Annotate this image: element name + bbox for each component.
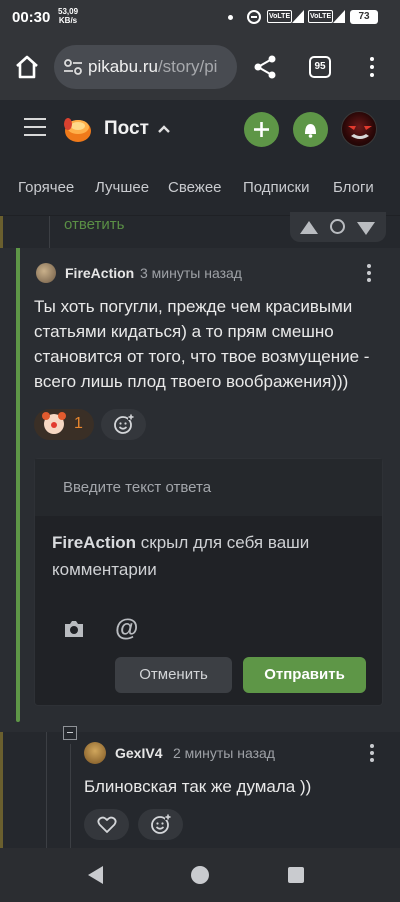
clown-emoji-icon <box>42 412 64 434</box>
tab-subscriptions[interactable]: Подписки <box>243 179 310 196</box>
add-reaction-button[interactable] <box>138 809 183 840</box>
signal-icon-1 <box>292 10 304 23</box>
bell-icon <box>305 124 316 138</box>
browser-toolbar: pikabu.ru/story/pi 95 <box>0 34 400 100</box>
add-post-button[interactable] <box>244 112 279 147</box>
hidden-comments-notice: FireAction скрыл для себя ваши комментар… <box>52 529 372 583</box>
tab-fresh[interactable]: Свежее <box>168 179 222 196</box>
reply-form: Введите текст ответа FireAction скрыл дл… <box>34 458 383 706</box>
vote-controls <box>290 212 386 242</box>
battery-level: 73 <box>350 10 378 24</box>
network-speed-value: 53,09 <box>58 7 79 16</box>
hamburger-menu-icon[interactable] <box>24 118 46 140</box>
collapse-thread-icon[interactable] <box>63 726 77 740</box>
comment-author[interactable]: FireAction <box>65 265 134 281</box>
add-reaction-icon <box>151 814 171 834</box>
comment-time[interactable]: 2 минуты назад <box>173 745 275 761</box>
menu-icon[interactable] <box>364 55 380 79</box>
camera-icon[interactable] <box>63 619 85 639</box>
category-tabs: Горячее Лучшее Свежее Подписки Блоги <box>0 160 400 216</box>
comment-text: Блиновская так же думала )) <box>84 777 312 796</box>
like-button[interactable] <box>84 809 129 840</box>
address-bar[interactable]: pikabu.ru/story/pi <box>54 45 237 89</box>
back-icon[interactable] <box>88 866 103 884</box>
previous-comment-footer: ответить <box>0 212 400 248</box>
reply-comment-card: GexIV4 2 минуты назад Блиновская так же … <box>0 726 400 848</box>
url-text: pikabu.ru/story/pi <box>88 57 217 77</box>
system-navigation-bar <box>0 848 400 902</box>
upvote-icon[interactable] <box>300 221 318 234</box>
comment-card: FireAction 3 минуты назад Ты хоть погугл… <box>0 248 400 732</box>
thread-line <box>46 732 47 848</box>
home-circle-icon[interactable] <box>191 866 209 884</box>
tab-blogs[interactable]: Блоги <box>333 179 374 196</box>
heart-icon <box>97 816 117 833</box>
home-icon[interactable] <box>14 54 40 80</box>
tab-hot[interactable]: Горячее <box>18 179 74 196</box>
notice-author: FireAction <box>52 533 137 552</box>
recent-apps-icon[interactable] <box>288 867 304 883</box>
rating-pending-icon <box>330 219 345 234</box>
network-speed-unit: KB/s <box>58 16 78 25</box>
comment-more-icon[interactable] <box>368 744 376 764</box>
add-reaction-button[interactable] <box>101 409 146 440</box>
reaction-count: 1 <box>74 415 83 432</box>
network-speed: 53,09 KB/s <box>58 7 78 25</box>
signal-icon-2 <box>333 10 345 23</box>
reply-input[interactable]: Введите текст ответа <box>35 459 382 516</box>
status-bar: 00:30 53,09 KB/s VoLTE VoLTE 73 <box>0 0 400 34</box>
comment-time[interactable]: 3 минуты назад <box>140 265 242 281</box>
notification-dot-icon <box>228 15 233 20</box>
status-time: 00:30 <box>12 9 51 26</box>
chevron-up-icon[interactable] <box>157 124 171 134</box>
tune-icon[interactable] <box>64 59 82 75</box>
thread-line <box>49 216 50 248</box>
pikabu-logo[interactable] <box>62 114 92 144</box>
reply-placeholder: Введите текст ответа <box>63 479 212 496</box>
url-host: pikabu.ru <box>88 57 158 76</box>
avatar-image <box>348 126 372 139</box>
do-not-disturb-icon <box>247 10 261 24</box>
volte-badge-2: VoLTE <box>308 10 334 23</box>
site-header: Пост <box>0 100 400 160</box>
comment-more-icon[interactable] <box>365 264 373 284</box>
notifications-button[interactable] <box>293 112 328 147</box>
volte-badge-1: VoLTE <box>267 10 293 23</box>
add-reaction-icon <box>114 414 134 434</box>
reply-link[interactable]: ответить <box>64 216 124 233</box>
tabs-count-button[interactable]: 95 <box>309 56 331 78</box>
plus-icon <box>254 122 269 137</box>
comment-author[interactable]: GexIV4 <box>115 745 162 761</box>
tab-best[interactable]: Лучшее <box>95 179 149 196</box>
avatar[interactable] <box>36 263 56 283</box>
avatar[interactable] <box>84 742 106 764</box>
reaction-button[interactable]: 1 <box>34 409 94 440</box>
comment-text: Ты хоть погугли, прежде чем красивыми ст… <box>34 297 370 391</box>
highlight-bar <box>16 248 20 722</box>
downvote-icon[interactable] <box>357 222 375 235</box>
url-path: /story/pi <box>157 57 218 76</box>
page-title[interactable]: Пост <box>104 118 149 140</box>
cancel-button[interactable]: Отменить <box>115 657 232 693</box>
at-icon[interactable]: @ <box>115 615 138 643</box>
send-button[interactable]: Отправить <box>243 657 366 693</box>
thread-line <box>70 744 71 848</box>
user-avatar[interactable] <box>341 111 377 147</box>
share-icon[interactable] <box>252 54 278 80</box>
